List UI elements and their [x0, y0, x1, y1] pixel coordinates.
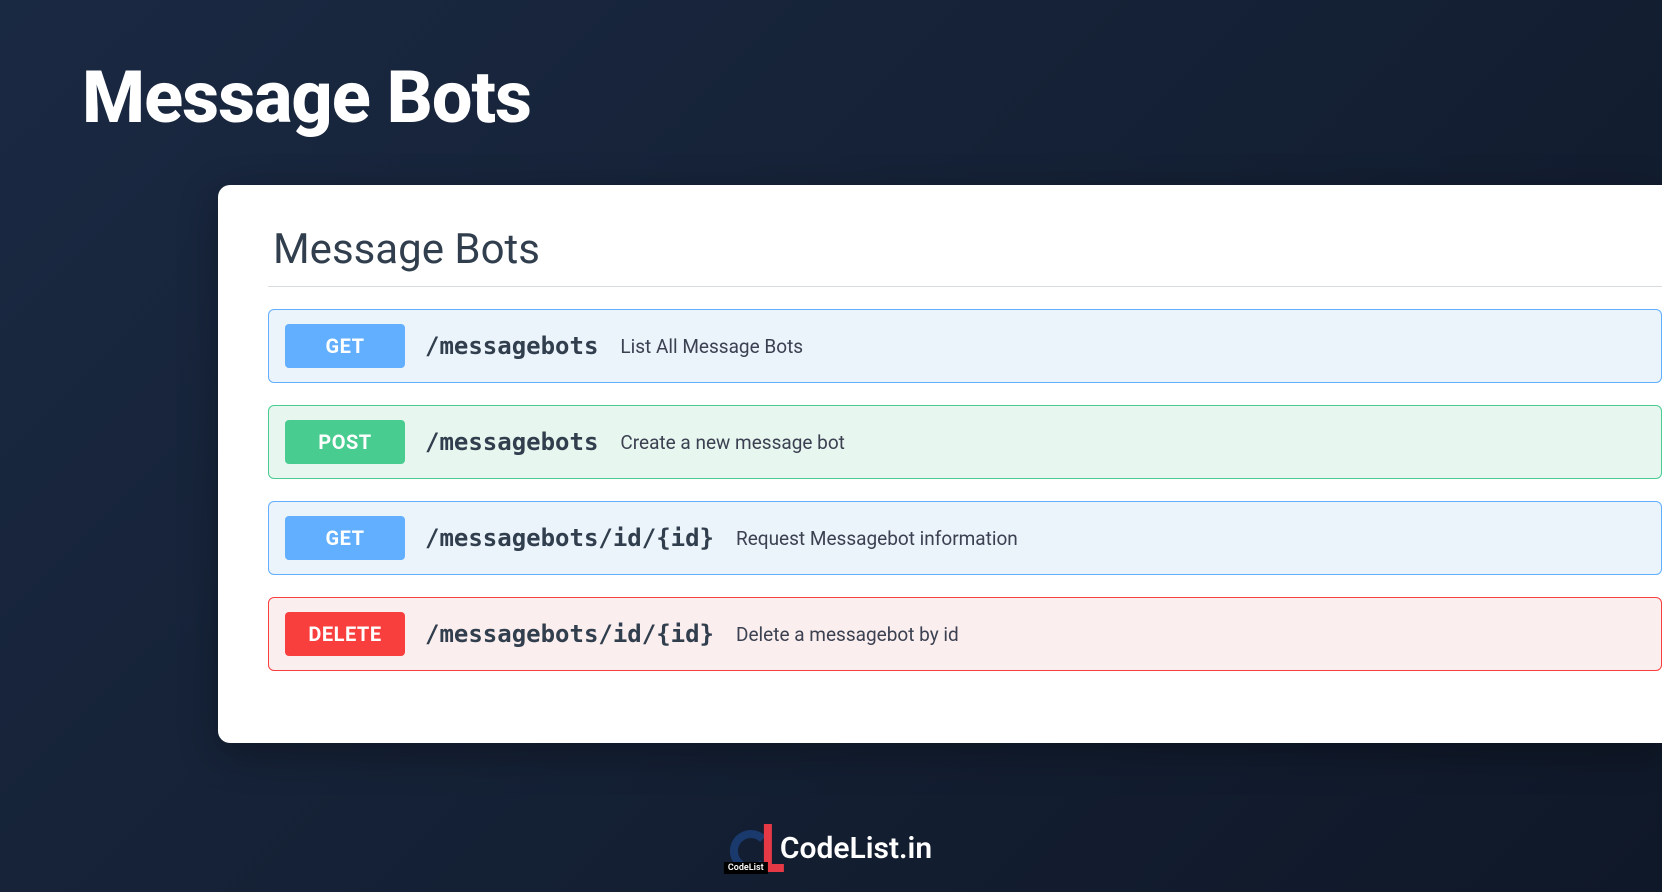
- api-panel: Message Bots GET /messagebots List All M…: [218, 185, 1662, 743]
- footer-logo: CodeList CodeList.in: [730, 824, 932, 872]
- endpoint-description: Request Messagebot information: [736, 527, 1018, 550]
- logo-label: CodeList: [724, 862, 768, 874]
- method-badge: DELETE: [285, 612, 405, 656]
- section-title: Message Bots: [268, 225, 1662, 287]
- endpoint-path: /messagebots/id/{id}: [425, 620, 714, 648]
- page-title: Message Bots: [0, 0, 1662, 140]
- codelist-logo-icon: CodeList: [730, 824, 772, 872]
- endpoint-path: /messagebots: [425, 428, 598, 456]
- endpoint-row-post-create[interactable]: POST /messagebots Create a new message b…: [268, 405, 1662, 479]
- endpoint-path: /messagebots/id/{id}: [425, 524, 714, 552]
- footer-brand-text: CodeList.in: [780, 831, 932, 866]
- endpoint-description: Create a new message bot: [620, 431, 845, 454]
- method-badge: POST: [285, 420, 405, 464]
- endpoint-row-get-by-id[interactable]: GET /messagebots/id/{id} Request Message…: [268, 501, 1662, 575]
- endpoint-row-delete-by-id[interactable]: DELETE /messagebots/id/{id} Delete a mes…: [268, 597, 1662, 671]
- method-badge: GET: [285, 324, 405, 368]
- method-badge: GET: [285, 516, 405, 560]
- endpoint-description: List All Message Bots: [620, 335, 803, 358]
- endpoint-path: /messagebots: [425, 332, 598, 360]
- endpoint-description: Delete a messagebot by id: [736, 623, 959, 646]
- endpoint-row-get-list[interactable]: GET /messagebots List All Message Bots: [268, 309, 1662, 383]
